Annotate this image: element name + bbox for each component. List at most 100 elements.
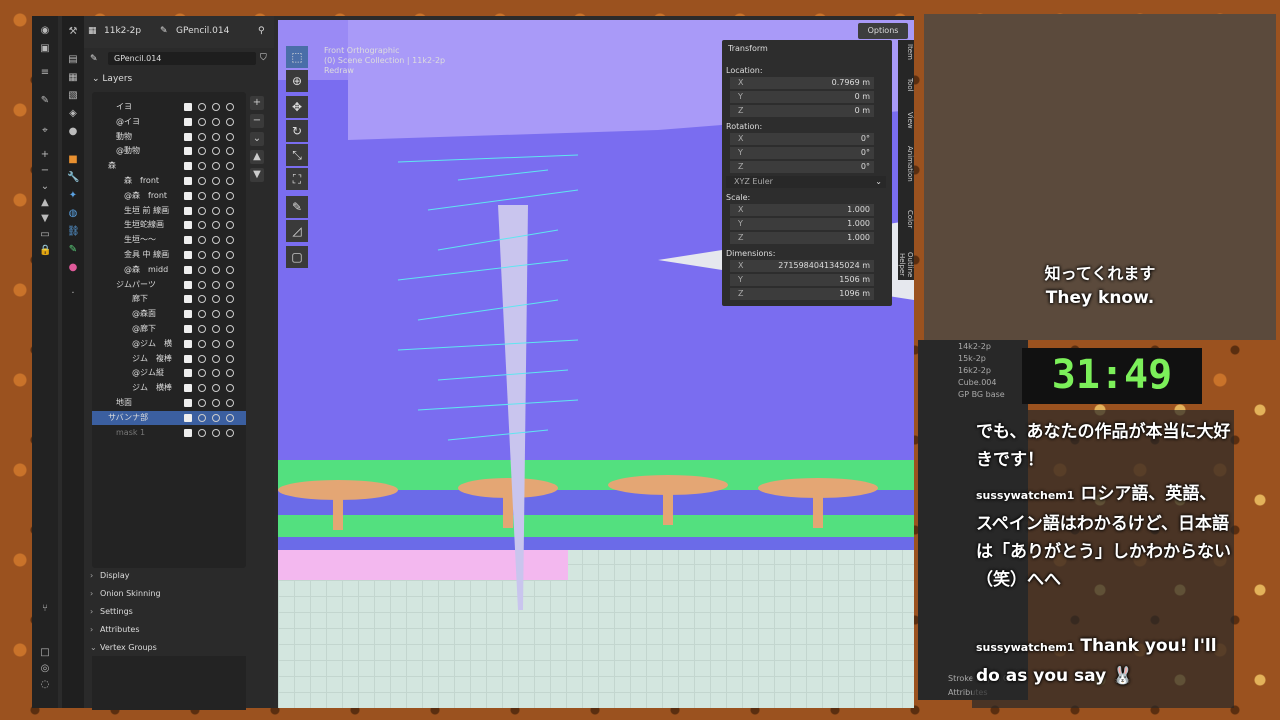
layer-row[interactable]: 廊下 bbox=[92, 292, 246, 306]
visibility-icon[interactable] bbox=[212, 147, 220, 156]
down-icon[interactable]: ▼ bbox=[39, 214, 51, 224]
mask-toggle-icon[interactable] bbox=[184, 265, 192, 274]
render-icon[interactable]: ▣ bbox=[39, 44, 51, 54]
add-layer-button[interactable]: + bbox=[250, 96, 264, 110]
onion-toggle-icon[interactable] bbox=[198, 428, 206, 437]
rotate-tool[interactable]: ↻ bbox=[286, 120, 308, 142]
mask-toggle-icon[interactable] bbox=[184, 384, 192, 393]
onion-toggle-icon[interactable] bbox=[198, 325, 206, 333]
scene-props-icon[interactable]: ◈ bbox=[67, 108, 79, 120]
layer-row[interactable]: イヨ bbox=[92, 100, 246, 114]
layer-row[interactable]: 生垣 前 線画 bbox=[92, 204, 246, 218]
filter-icon[interactable]: ⑂ bbox=[39, 604, 51, 614]
onion-toggle-icon[interactable] bbox=[198, 132, 206, 141]
onion-toggle-icon[interactable] bbox=[198, 191, 206, 200]
visibility-icon[interactable] bbox=[212, 280, 220, 289]
layer-row[interactable]: 金具 中 線画 bbox=[92, 248, 246, 262]
data-props-icon[interactable]: ✎ bbox=[67, 244, 79, 256]
measure-tool[interactable]: ◿ bbox=[286, 220, 308, 242]
modifier-props-icon[interactable]: 🔧 bbox=[67, 172, 79, 184]
lock-icon[interactable] bbox=[226, 280, 234, 289]
pin-toggle-icon[interactable]: ⚲ bbox=[258, 26, 265, 36]
outliner-item[interactable]: 15k-2p bbox=[958, 354, 986, 363]
sidebar-tab[interactable]: Outline Helper bbox=[898, 250, 914, 280]
layer-row[interactable]: 森 bbox=[92, 159, 246, 173]
mask-toggle-icon[interactable] bbox=[184, 147, 192, 156]
data-name-field[interactable]: GPencil.014 bbox=[108, 52, 256, 65]
layer-row[interactable]: @動物 bbox=[92, 144, 246, 158]
move-tool[interactable]: ✥ bbox=[286, 96, 308, 118]
lock-icon[interactable] bbox=[226, 399, 234, 407]
sidebar-tab[interactable]: Tool bbox=[898, 78, 914, 92]
render-props-icon[interactable]: ▤ bbox=[67, 54, 79, 66]
mask-toggle-icon[interactable] bbox=[184, 191, 192, 200]
dimensions-x-field[interactable]: X 2715984041345024 m bbox=[730, 260, 874, 272]
layer-row[interactable]: 森 front bbox=[92, 174, 246, 188]
rotation-z-field[interactable]: Z 0° bbox=[730, 161, 874, 173]
eye-icon[interactable]: ▭ bbox=[39, 230, 51, 240]
layer-row[interactable]: サバンナ部 bbox=[92, 410, 246, 425]
select-circle-icon[interactable]: ◎ bbox=[39, 664, 51, 674]
location-x-field[interactable]: X 0.7969 m bbox=[730, 77, 874, 89]
scale-tool[interactable]: ⤡ bbox=[286, 144, 308, 166]
mask-toggle-icon[interactable] bbox=[184, 295, 192, 304]
lock-icon[interactable] bbox=[226, 206, 234, 215]
onion-toggle-icon[interactable] bbox=[198, 399, 206, 407]
outliner-item[interactable]: 14k2-2p bbox=[958, 342, 991, 351]
mask-toggle-icon[interactable] bbox=[184, 399, 192, 407]
outliner-item[interactable]: Cube.004 bbox=[958, 378, 996, 387]
section-onion-skinning[interactable]: › Onion Skinning bbox=[90, 586, 268, 602]
visibility-icon[interactable] bbox=[212, 103, 220, 111]
tab-more-icon[interactable]: · bbox=[67, 288, 79, 300]
camera-icon[interactable]: ◉ bbox=[39, 26, 51, 36]
tool-settings-icon[interactable]: ⚒ bbox=[67, 26, 79, 38]
layer-row[interactable]: @廊下 bbox=[92, 322, 246, 336]
chevron-down-icon[interactable]: ⌄ bbox=[39, 182, 51, 192]
mask-toggle-icon[interactable] bbox=[184, 251, 192, 259]
visibility-icon[interactable] bbox=[212, 369, 220, 378]
rotation-mode-select[interactable]: XYZ Euler ⌄ bbox=[726, 176, 886, 188]
layer-row[interactable]: @ジム縦 bbox=[92, 366, 246, 380]
location-z-field[interactable]: Z0 m bbox=[730, 105, 874, 117]
onion-toggle-icon[interactable] bbox=[198, 117, 206, 126]
section-attributes[interactable]: › Attributes bbox=[90, 622, 268, 638]
select-box-icon[interactable]: □ bbox=[39, 648, 51, 658]
visibility-icon[interactable] bbox=[212, 162, 220, 171]
lock-icon[interactable] bbox=[226, 236, 234, 245]
transform-tool[interactable]: ⛶ bbox=[286, 168, 308, 190]
layer-row[interactable]: 生垣〜〜 bbox=[92, 233, 246, 247]
physics-props-icon[interactable]: ◍ bbox=[67, 208, 79, 220]
onion-toggle-icon[interactable] bbox=[198, 354, 206, 363]
lock-icon[interactable] bbox=[226, 428, 234, 437]
rotation-y-field[interactable]: Y 0° bbox=[730, 147, 874, 159]
lock-icon[interactable] bbox=[226, 295, 234, 304]
layer-specials-button[interactable]: ⌄ bbox=[250, 132, 264, 146]
lock-icon[interactable] bbox=[226, 339, 234, 348]
lock-icon[interactable] bbox=[226, 191, 234, 200]
cursor-icon[interactable]: ⌖ bbox=[39, 126, 51, 136]
view-layer-icon[interactable]: ▧ bbox=[67, 90, 79, 102]
plus-icon[interactable]: + bbox=[39, 150, 51, 160]
visibility-icon[interactable] bbox=[212, 339, 220, 348]
visibility-icon[interactable] bbox=[212, 265, 220, 274]
onion-toggle-icon[interactable] bbox=[198, 310, 206, 319]
visibility-icon[interactable] bbox=[212, 384, 220, 393]
section-display[interactable]: › Display bbox=[90, 568, 268, 584]
lock-icon[interactable] bbox=[226, 325, 234, 333]
visibility-icon[interactable] bbox=[212, 117, 220, 126]
layer-row[interactable]: mask 1 bbox=[92, 426, 246, 440]
visibility-icon[interactable] bbox=[212, 399, 220, 407]
layer-row[interactable]: @ジム 横 bbox=[92, 337, 246, 351]
onion-toggle-icon[interactable] bbox=[198, 162, 206, 171]
onion-toggle-icon[interactable] bbox=[198, 369, 206, 378]
shield-icon[interactable]: ⛉ bbox=[260, 53, 267, 63]
mask-toggle-icon[interactable] bbox=[184, 206, 192, 215]
visibility-icon[interactable] bbox=[212, 221, 220, 230]
onion-toggle-icon[interactable] bbox=[198, 339, 206, 348]
layer-row[interactable]: @森 midd bbox=[92, 263, 246, 277]
layer-row[interactable]: 生垣蛇線画 bbox=[92, 218, 246, 232]
onion-toggle-icon[interactable] bbox=[198, 103, 206, 111]
options-button[interactable]: Options bbox=[858, 23, 908, 39]
location-y-field[interactable]: Y0 m bbox=[730, 91, 874, 103]
visibility-icon[interactable] bbox=[212, 354, 220, 363]
